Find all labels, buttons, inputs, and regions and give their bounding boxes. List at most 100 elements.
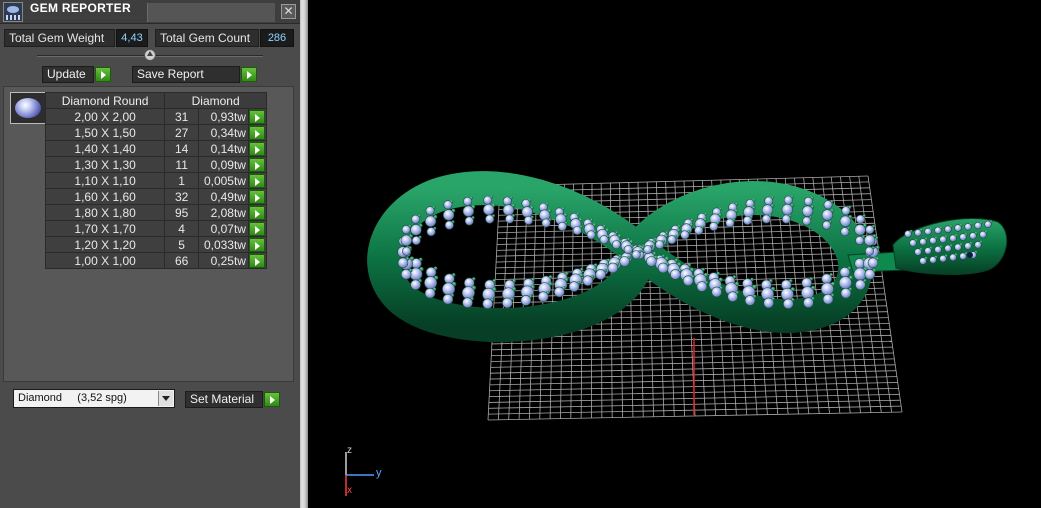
row-select-go-icon[interactable] <box>248 205 265 220</box>
pave-gem <box>839 215 852 227</box>
pave-gem <box>655 240 665 250</box>
material-select[interactable]: Diamond (3,52 spg) <box>13 389 175 408</box>
pave-gem <box>483 195 493 205</box>
row-select-go-icon[interactable] <box>248 141 265 156</box>
head-gem <box>954 224 962 232</box>
3d-viewport[interactable]: z y x <box>308 0 1041 508</box>
save-report-go-icon[interactable] <box>241 67 257 82</box>
gem-count-cell: 27 <box>164 124 200 141</box>
head-gem <box>904 230 912 238</box>
row-select-go-icon[interactable] <box>248 125 265 140</box>
gem-weight-cell: 0,25tw <box>198 252 249 269</box>
pave-gem <box>646 256 657 267</box>
pave-gem <box>743 215 753 225</box>
pave-gem <box>865 225 875 235</box>
row-select-go-icon[interactable] <box>248 221 265 236</box>
pave-gem <box>840 287 852 299</box>
diamond-round-thumbnail[interactable] <box>10 92 46 124</box>
row-select-go-icon[interactable] <box>248 189 265 204</box>
row-select-go-icon[interactable] <box>248 237 265 252</box>
pave-gem <box>709 221 719 231</box>
close-icon[interactable]: ✕ <box>281 4 296 19</box>
table-row: 1,70 X 1,70 4 0,07tw <box>44 220 268 237</box>
pave-gem <box>631 250 641 260</box>
update-go-icon[interactable] <box>95 67 111 82</box>
pave-gem <box>823 200 833 210</box>
head-gem <box>964 223 972 231</box>
pave-gem <box>619 256 630 267</box>
gem-count-cell: 31 <box>164 108 200 125</box>
head-gem <box>954 243 962 251</box>
pave-gem <box>694 225 704 235</box>
row-select-go-icon[interactable] <box>248 253 265 268</box>
pave-gem <box>505 214 515 224</box>
table-row: 1,30 X 1,30 11 0,09tw <box>44 156 268 173</box>
pave-gem <box>502 196 512 206</box>
pave-gem <box>537 291 549 302</box>
gem-weight-cell: 0,93tw <box>198 108 249 125</box>
pave-gem <box>462 297 473 308</box>
head-gem <box>984 220 992 229</box>
pave-gem <box>696 281 708 292</box>
row-select-go-icon[interactable] <box>248 109 265 124</box>
chevron-down-icon[interactable] <box>158 391 173 406</box>
pave-gem <box>680 230 690 240</box>
y-axis-label: y <box>376 467 382 479</box>
pave-gem <box>425 266 437 278</box>
head-gem <box>924 247 932 255</box>
pave-gem <box>864 269 876 280</box>
pave-gem <box>867 257 879 269</box>
pave-gem <box>502 297 513 309</box>
gem-weight-cell: 0,09tw <box>198 156 249 173</box>
gem-reporter-app-icon <box>3 2 23 22</box>
pave-gem <box>864 246 874 256</box>
head-gem <box>959 233 967 241</box>
head-gem <box>919 238 927 246</box>
head-gem <box>934 245 942 254</box>
pave-gem <box>763 297 774 309</box>
pave-gem <box>599 235 609 245</box>
head-gem <box>929 256 937 264</box>
set-material-button[interactable]: Set Material <box>185 391 263 408</box>
title-bar: GEM REPORTER ✕ <box>0 0 300 24</box>
head-gem <box>929 236 937 245</box>
z-axis-label: z <box>347 445 352 456</box>
head-gem <box>979 230 987 239</box>
gem-weight-cell: 0,49tw <box>198 188 249 205</box>
gem-size-cell: 1,30 X 1,30 <box>44 156 166 173</box>
save-report-button[interactable]: Save Report <box>132 66 240 83</box>
pave-gem <box>482 203 495 216</box>
pave-gem <box>568 281 580 292</box>
set-material-go-icon[interactable] <box>264 392 280 407</box>
pave-gem <box>444 220 454 230</box>
pave-gem <box>839 266 851 278</box>
row-select-go-icon[interactable] <box>248 173 265 188</box>
pave-gem <box>582 275 594 286</box>
panel-splitter[interactable] <box>300 0 308 508</box>
scene-canvas <box>345 171 1008 496</box>
pave-gem <box>781 214 791 224</box>
collapse-handle-icon[interactable] <box>144 49 156 61</box>
pave-gem <box>442 293 454 305</box>
gem-size-cell: 1,10 X 1,10 <box>44 172 166 189</box>
pave-gem <box>611 240 621 250</box>
pave-gem <box>761 204 774 216</box>
update-button[interactable]: Update <box>42 66 94 83</box>
pave-gem <box>410 279 421 291</box>
column-header-shape: Diamond Round <box>44 92 166 109</box>
gem-count-cell: 5 <box>164 236 200 253</box>
pave-gem <box>822 293 834 305</box>
pave-gem <box>401 225 411 235</box>
pave-gem <box>554 286 565 298</box>
pave-gem <box>803 196 813 206</box>
pave-gem <box>400 234 413 247</box>
pave-gem <box>801 286 815 300</box>
pave-gem <box>725 218 735 228</box>
pave-gem <box>442 209 455 221</box>
pave-gem <box>801 205 814 217</box>
row-select-go-icon[interactable] <box>248 157 265 172</box>
pave-gem <box>853 267 867 281</box>
pave-gem <box>485 214 495 224</box>
material-select-value: Diamond (3,52 spg) <box>18 392 127 404</box>
gem-size-cell: 1,60 X 1,60 <box>44 188 166 205</box>
